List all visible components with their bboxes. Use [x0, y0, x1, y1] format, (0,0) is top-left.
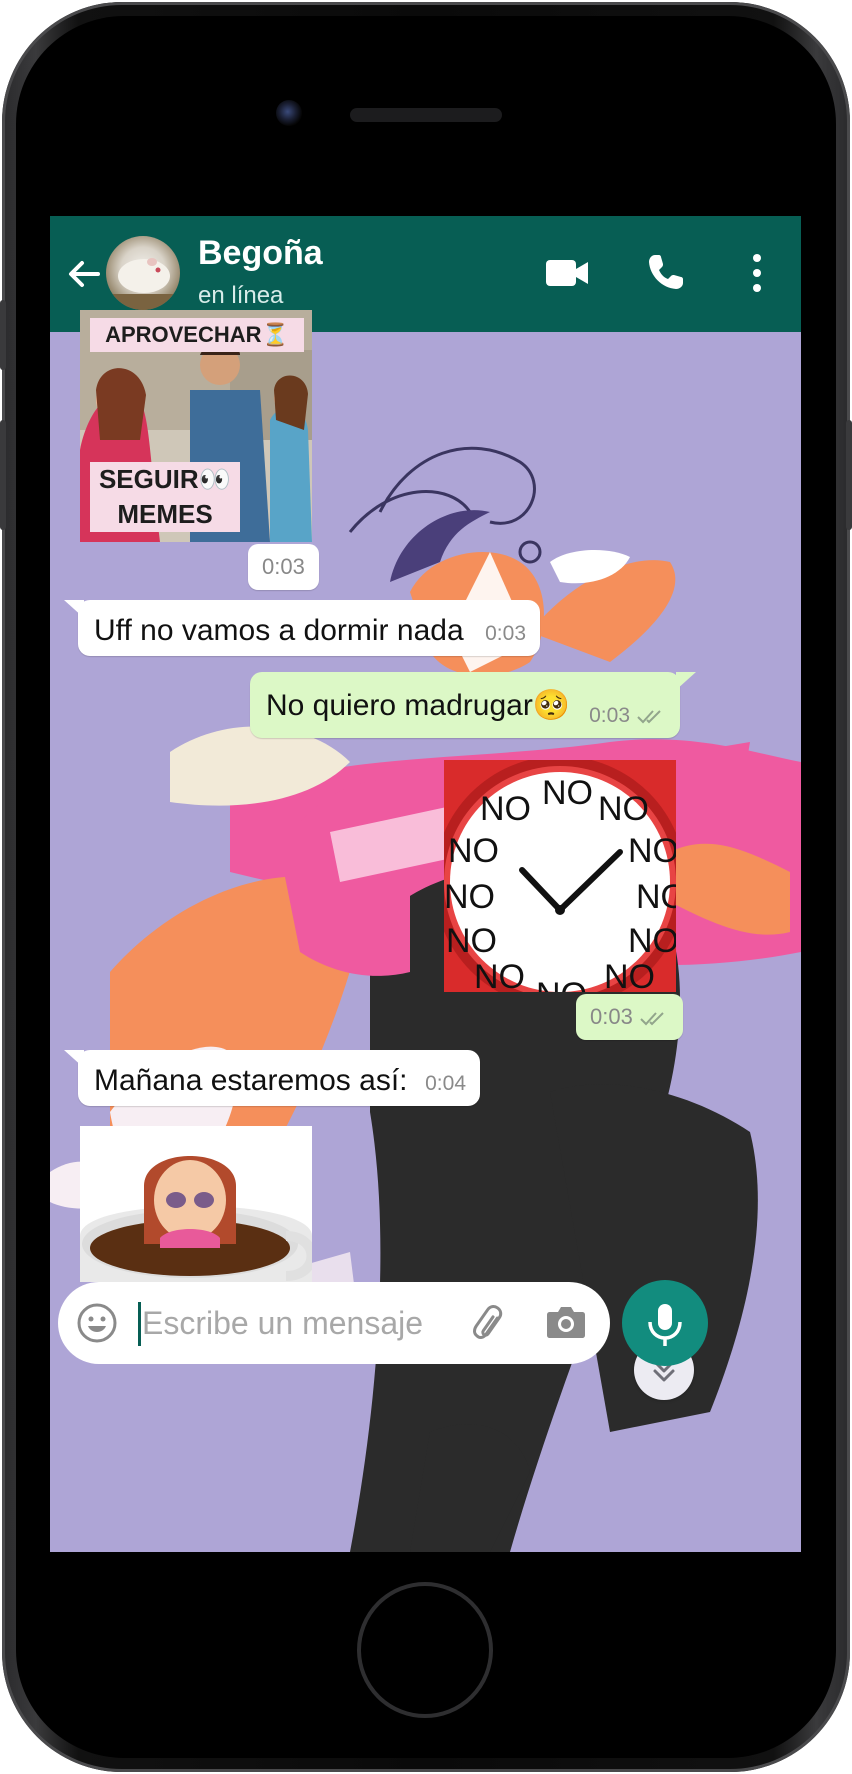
clock-word: NO: [480, 790, 531, 828]
power-button: [846, 420, 852, 530]
phone-call-icon[interactable]: [646, 252, 686, 292]
video-call-icon[interactable]: [544, 256, 590, 290]
coffee-sticker[interactable]: [80, 1126, 312, 1282]
outgoing-message-bubble[interactable]: No quiero madrugar🥺 0:03: [250, 672, 680, 738]
text-cursor: [138, 1302, 141, 1346]
bubble-tail: [64, 600, 84, 618]
mute-switch: [0, 300, 6, 370]
clock-word: NO: [542, 774, 593, 812]
microphone-icon: [648, 1304, 682, 1346]
contact-avatar[interactable]: [106, 236, 180, 310]
emoji-icon[interactable]: [76, 1302, 118, 1344]
clock-word: NO: [604, 958, 655, 992]
meme-bottom-line-2: MEMES: [117, 499, 213, 529]
message-text: No quiero madrugar🥺: [266, 689, 571, 722]
clock-word: NO: [446, 922, 497, 960]
clock-word: NO: [628, 922, 676, 960]
clock-word: NO: [536, 976, 587, 992]
voice-message-button[interactable]: [622, 1280, 708, 1366]
message-time: 0:03: [248, 544, 319, 590]
clock-word: NO: [628, 832, 676, 870]
message-text: Mañana estaremos así:: [94, 1064, 408, 1097]
volume-up-button: [0, 420, 6, 530]
message-text: Uff no vamos a dormir nada: [94, 614, 464, 647]
double-check-icon: [637, 710, 661, 724]
contact-status: en línea: [198, 282, 284, 309]
message-time-and-status: 0:03: [589, 704, 666, 728]
message-time: 0:03: [485, 622, 526, 645]
arrow-left-icon[interactable]: [64, 254, 104, 294]
message-time: 0:03: [590, 1004, 633, 1029]
clock-word: NO: [448, 832, 499, 870]
double-check-icon: [640, 1012, 664, 1026]
incoming-message-bubble[interactable]: Mañana estaremos así: 0:04: [78, 1050, 480, 1106]
message-input[interactable]: [142, 1298, 442, 1348]
message-composer: [58, 1282, 610, 1364]
incoming-message-bubble[interactable]: Uff no vamos a dormir nada 0:03: [78, 600, 540, 656]
clock-word: NO: [474, 958, 525, 992]
guinea-pig-avatar-icon: [106, 258, 180, 310]
meme-bottom-label: SEGUIR👀 MEMES: [90, 462, 240, 532]
chat-screen: Begoña en línea APROVECHAR⏳ SEGUIR👀 MEME…: [50, 216, 801, 1552]
earpiece-speaker: [350, 108, 502, 122]
front-camera: [276, 100, 302, 126]
clock-word: NO: [598, 790, 649, 828]
clock-word: NO: [444, 878, 495, 916]
message-time-and-status: 0:03: [576, 994, 683, 1040]
paperclip-icon[interactable]: [466, 1302, 508, 1344]
contact-name[interactable]: Begoña: [198, 234, 323, 273]
clock-word: NO: [636, 878, 676, 916]
woman-in-coffee-cup-image: [80, 1126, 312, 1282]
more-vertical-icon[interactable]: [750, 252, 764, 294]
alarm-clock-sticker[interactable]: NO NO NO NO NO NO NO NO NO NO NO NO: [444, 760, 676, 992]
bubble-tail: [64, 1050, 84, 1068]
meme-bottom-line-1: SEGUIR👀: [98, 464, 232, 494]
message-time: 0:04: [425, 1072, 466, 1095]
meme-sticker[interactable]: APROVECHAR⏳ SEGUIR👀 MEMES: [80, 310, 312, 542]
meme-top-label: APROVECHAR⏳: [90, 318, 304, 352]
message-time: 0:03: [589, 704, 630, 727]
camera-icon[interactable]: [546, 1304, 586, 1340]
bubble-tail: [676, 672, 696, 690]
home-button[interactable]: [357, 1582, 493, 1718]
